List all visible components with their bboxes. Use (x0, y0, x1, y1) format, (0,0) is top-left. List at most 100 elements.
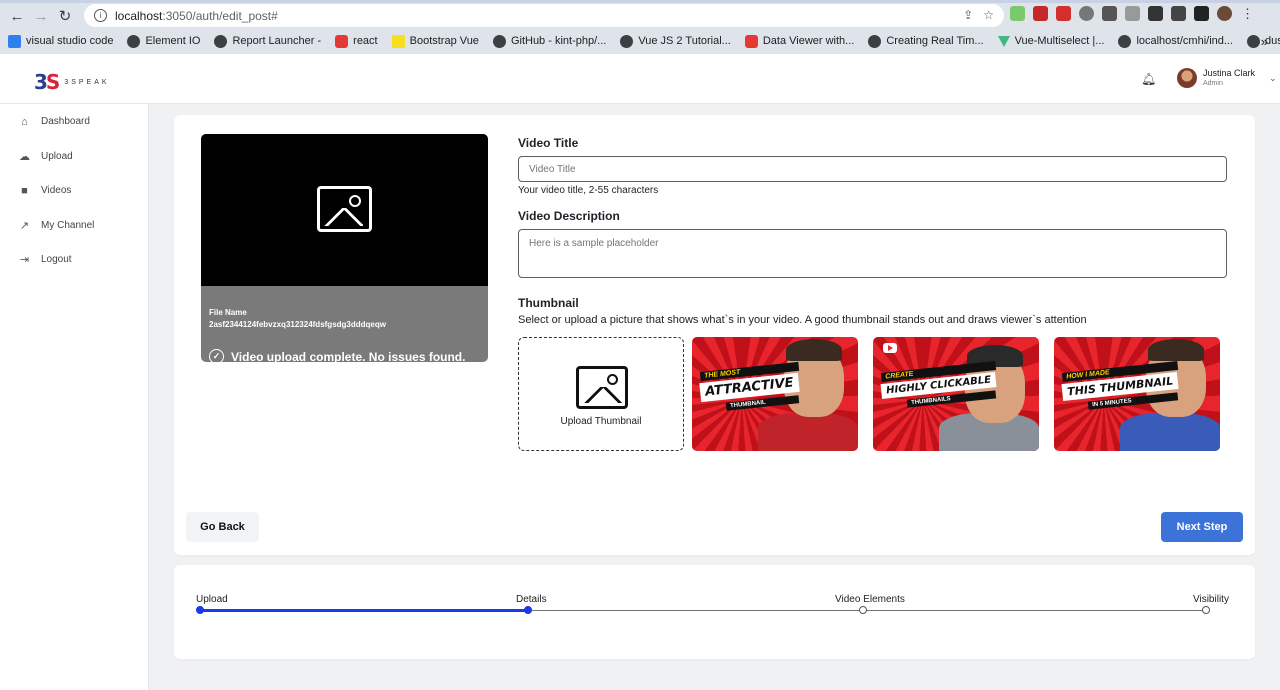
logout-icon: ⇥ (19, 254, 30, 266)
step-label: Upload (196, 594, 228, 605)
bookmark-star-icon[interactable]: ☆ (983, 8, 994, 22)
more-bookmarks-icon[interactable]: » (1261, 34, 1268, 49)
cloud-upload-icon: ☁ (19, 151, 30, 163)
image-placeholder-icon (317, 186, 372, 232)
upload-thumbnail-button[interactable]: Upload Thumbnail (518, 337, 684, 451)
reading-list-icon[interactable] (1171, 6, 1186, 21)
step-dot[interactable] (1202, 606, 1210, 614)
profile-avatar-icon[interactable] (1217, 6, 1232, 21)
step-dot[interactable] (524, 606, 532, 614)
globe-icon (1247, 34, 1261, 48)
extensions-bar: ⋮ (1010, 6, 1255, 21)
vue-icon (997, 35, 1010, 47)
video-description-label: Video Description (518, 209, 620, 223)
user-menu[interactable]: Justina Clark Admin ⌄ (1177, 68, 1277, 88)
bookmark-item[interactable]: localhost/cmhi/ind... (1118, 34, 1233, 48)
bookmark-item[interactable]: visual studio code (8, 34, 113, 48)
address-bar[interactable]: i localhost:3050/auth/edit_post# ⇪ ☆ (84, 4, 1004, 27)
youtube-icon (744, 34, 758, 48)
video-details-card: File Name 2asf2344124febvzxq312324fdsfgs… (174, 115, 1255, 555)
user-name: Justina Clark (1203, 68, 1256, 78)
next-step-button[interactable]: Next Step (1161, 512, 1243, 542)
bell-icon[interactable]: 🔔︎ (1141, 72, 1156, 86)
sidebar-item-upload[interactable]: ☁ Upload (18, 150, 73, 163)
sidebar-item-label: Videos (41, 185, 72, 196)
bookmark-item[interactable]: Data Viewer with... (744, 34, 854, 48)
browser-chrome: ← → ↻ i localhost:3050/auth/edit_post# ⇪… (0, 0, 1280, 54)
thumbnail-option[interactable]: HOW I MADE THIS THUMBNAIL IN 5 MINUTES (1054, 337, 1220, 451)
video-title-label: Video Title (518, 136, 579, 150)
thumbnail-option[interactable]: CREATE HIGHLY CLICKABLE THUMBNAILS (873, 337, 1039, 451)
sidebar-item-label: My Channel (41, 220, 95, 231)
image-upload-icon (576, 366, 628, 409)
bookmark-item[interactable]: react (335, 34, 378, 48)
file-name-value: 2asf2344124febvzxq312324fdsfgsdg3dddqeqw (209, 320, 386, 329)
sidebar-item-label: Logout (41, 254, 72, 265)
kebab-menu-icon[interactable]: ⋮ (1240, 6, 1255, 21)
upload-thumbnail-label: Upload Thumbnail (560, 416, 642, 427)
screenshot-extension-icon[interactable] (1102, 6, 1117, 21)
bookmark-item[interactable]: Element IO (127, 34, 200, 48)
stepper-progress (200, 609, 528, 612)
vscode-icon (8, 34, 21, 48)
extension-icon[interactable] (1033, 6, 1048, 21)
step-dot[interactable] (859, 606, 867, 614)
youtube-icon (335, 34, 349, 48)
pdf-extension-icon[interactable] (1056, 6, 1071, 21)
bookmark-item[interactable]: Creating Real Tim... (868, 34, 984, 48)
file-name-label: File Name (209, 308, 247, 317)
step-label: Details (516, 594, 547, 605)
sidebar-item-videos[interactable]: ■ Videos (18, 184, 71, 197)
puzzle-icon[interactable] (1148, 6, 1163, 21)
back-arrow-icon[interactable]: ← (8, 7, 26, 25)
chevron-down-icon[interactable]: ⌄ (1269, 73, 1277, 84)
thumbnail-person-hair (786, 339, 842, 361)
sidebar-item-label: Upload (41, 151, 73, 162)
bookmark-item[interactable]: GitHub - kint-php/... (492, 34, 606, 48)
user-role: Admin (1203, 80, 1223, 87)
thumbnail-label: Thumbnail (518, 296, 579, 310)
logo-mark: 3S (34, 70, 60, 94)
home-icon: ⌂ (21, 115, 28, 128)
avatar (1177, 68, 1197, 88)
check-circle-icon: ✓ (209, 349, 224, 362)
play-icon (883, 343, 897, 353)
video-camera-icon: ■ (21, 184, 28, 197)
side-panel-icon[interactable] (1194, 6, 1209, 21)
step-dot[interactable] (196, 606, 204, 614)
globe-icon (214, 34, 228, 48)
sidebar-item-logout[interactable]: ⇥ Logout (18, 253, 72, 266)
bookmark-item[interactable]: Bootstrap Vue (391, 34, 479, 48)
globe-icon (868, 34, 882, 48)
forward-arrow-icon[interactable]: → (32, 7, 50, 25)
globe-icon (127, 34, 141, 48)
video-description-input[interactable] (518, 229, 1227, 278)
go-back-button[interactable]: Go Back (186, 512, 259, 542)
extension-icon[interactable] (1010, 6, 1025, 21)
js-icon (391, 34, 405, 48)
thumbnail-hint: Select or upload a picture that shows wh… (518, 314, 1087, 326)
bookmark-item[interactable]: Vue JS 2 Tutorial... (620, 34, 731, 48)
bookmarks-bar: visual studio code Element IO Report Lau… (0, 30, 1280, 52)
sidebar-item-my-channel[interactable]: ↗ My Channel (18, 219, 94, 232)
globe-icon (1118, 34, 1132, 48)
video-preview: File Name 2asf2344124febvzxq312324fdsfgs… (201, 134, 488, 362)
share-icon[interactable]: ⇪ (963, 8, 973, 22)
video-title-input[interactable] (518, 156, 1227, 182)
app-header (0, 54, 1280, 104)
sidebar-item-dashboard[interactable]: ⌂ Dashboard (18, 115, 90, 128)
thumbnail-caption: HOW I MADE THIS THUMBNAIL IN 5 MINUTES (1061, 360, 1179, 410)
thumbnail-caption: THE MOST ATTRACTIVE THUMBNAIL (699, 361, 800, 411)
thumbnail-option[interactable]: THE MOST ATTRACTIVE THUMBNAIL (692, 337, 858, 451)
step-label: Visibility (1193, 594, 1229, 605)
logo-wordmark: 3SPEAK (64, 78, 110, 86)
site-info-icon[interactable]: i (94, 9, 107, 22)
bookmark-item[interactable]: Vue-Multiselect |... (997, 35, 1104, 47)
bookmark-item[interactable]: Report Launcher - (214, 34, 321, 48)
reload-icon[interactable]: ↻ (56, 7, 74, 25)
browser-accent-line (0, 0, 1280, 3)
logo[interactable]: 3S 3SPEAK (34, 70, 110, 94)
vue-devtools-icon[interactable] (1125, 6, 1140, 21)
extension-icon[interactable] (1079, 6, 1094, 21)
video-title-hint: Your video title, 2-55 characters (518, 185, 659, 196)
